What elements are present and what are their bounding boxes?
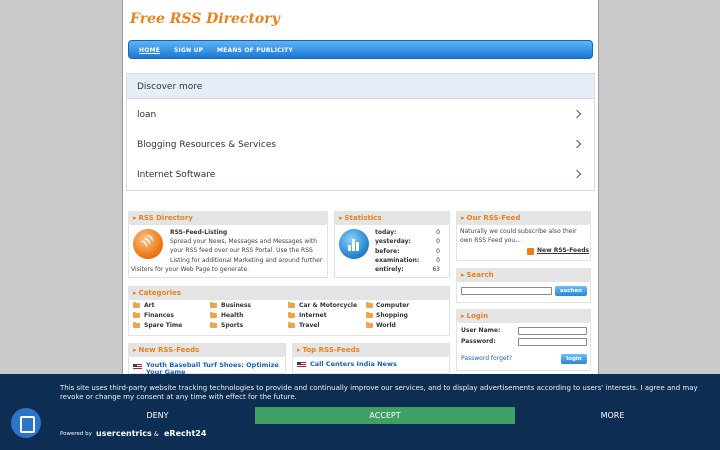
category-shopping[interactable]: Shopping xyxy=(376,312,408,319)
categories-title: Categories xyxy=(129,286,449,300)
stat-value: 0 xyxy=(436,229,440,236)
stat-label: yesterday: xyxy=(375,238,411,245)
category-travel[interactable]: Travel xyxy=(299,322,319,329)
search-title: Search xyxy=(457,268,590,282)
stat-label: examination: xyxy=(375,257,420,264)
stat-label: today: xyxy=(375,229,397,236)
category-sports[interactable]: Sports xyxy=(221,322,243,329)
rss-listing-line: Spread your News, Messages and Messages … xyxy=(170,238,318,245)
rss-feed-icon xyxy=(133,229,163,259)
statistics-chart-icon xyxy=(339,229,369,259)
stat-value: 0 xyxy=(436,248,440,255)
powered-by-label: Powered by xyxy=(60,431,92,437)
username-label: User Name: xyxy=(461,327,501,334)
us-flag-icon xyxy=(133,364,142,370)
folder-icon xyxy=(288,302,295,308)
usercentrics-logo[interactable]: usercentrics xyxy=(96,429,152,438)
accept-button[interactable]: ACCEPT xyxy=(255,407,515,424)
nav-means-of-publicity[interactable]: MEANS OF PUBLICITY xyxy=(217,47,293,54)
folder-icon xyxy=(133,322,140,328)
nav-sign-up[interactable]: SIGN UP xyxy=(174,47,203,54)
top-rss-feeds-title: Top RSS-Feeds xyxy=(293,343,449,357)
our-feed-text: own RSS Feed you... xyxy=(460,237,521,244)
folder-icon xyxy=(210,312,217,318)
chevron-right-icon[interactable] xyxy=(572,109,582,119)
login-title: Login xyxy=(457,309,590,323)
rss-listing-line: Visitors for your Web Page to generate. xyxy=(131,266,249,273)
new-rss-feeds-title: New RSS-Feeds xyxy=(129,343,285,357)
rss-listing-line: your RSS feed over our RSS Portal. Use t… xyxy=(170,247,313,254)
category-finances[interactable]: Finances xyxy=(144,312,174,319)
stat-value: 0 xyxy=(436,257,440,264)
discover-more-title: Discover more xyxy=(127,74,594,99)
category-business[interactable]: Business xyxy=(221,302,251,309)
discover-item-loan[interactable]: loan xyxy=(137,110,156,120)
rss-directory-title: RSS Directory xyxy=(129,211,327,225)
folder-icon xyxy=(288,312,295,318)
search-button[interactable]: suchen xyxy=(555,286,587,296)
deny-button[interactable]: DENY xyxy=(60,407,255,424)
search-input[interactable] xyxy=(461,287,552,295)
category-world[interactable]: World xyxy=(376,322,396,329)
ampersand: & xyxy=(154,431,159,438)
rss-listing-line: Listing for additional Marketing and aro… xyxy=(170,257,323,264)
new-rss-feeds-link[interactable]: New RSS-Feeds xyxy=(537,246,589,255)
top-feed-link[interactable]: Call Centers India News xyxy=(310,360,397,368)
our-feed-text: Naturally we could subscribe also their xyxy=(460,228,577,235)
consent-message: This site uses third-party website track… xyxy=(60,384,710,402)
folder-icon xyxy=(366,302,373,308)
nav-home[interactable]: HOME xyxy=(139,47,160,54)
folder-icon xyxy=(210,302,217,308)
privacy-settings-icon[interactable] xyxy=(11,408,41,438)
consent-message-line: revoke or change my consent at any time … xyxy=(60,393,297,401)
folder-icon xyxy=(366,322,373,328)
stat-label: entirely: xyxy=(375,266,404,273)
folder-icon xyxy=(133,302,140,308)
category-health[interactable]: Health xyxy=(221,312,243,319)
category-art[interactable]: Art xyxy=(144,302,154,309)
cookie-consent-banner: This site uses third-party website track… xyxy=(0,374,720,450)
stat-value: 0 xyxy=(436,238,440,245)
folder-icon xyxy=(288,322,295,328)
category-spare-time[interactable]: Spare Time xyxy=(144,322,182,329)
username-input[interactable] xyxy=(518,327,587,335)
rss-small-icon xyxy=(527,248,534,255)
password-label: Password: xyxy=(461,338,496,345)
folder-icon xyxy=(210,322,217,328)
folder-icon xyxy=(366,312,373,318)
us-flag-icon xyxy=(297,362,306,368)
erecht24-logo[interactable]: eRecht24 xyxy=(164,429,206,438)
stat-value: 63 xyxy=(432,266,440,273)
category-internet[interactable]: Internet xyxy=(299,312,327,319)
more-button[interactable]: MORE xyxy=(515,407,710,424)
forgot-password-link[interactable]: Password forget? xyxy=(461,354,512,363)
our-rss-feed-title: Our RSS-Feed xyxy=(457,211,590,225)
discover-item-internet-software[interactable]: Internet Software xyxy=(137,170,215,180)
category-car-motorcycle[interactable]: Car & Motorcycle xyxy=(299,302,357,309)
site-logo[interactable]: Free RSS Directory xyxy=(130,11,280,27)
consent-message-line: This site uses third-party website track… xyxy=(60,384,698,392)
rss-listing-heading: RSS-Feed-Listing xyxy=(170,229,228,236)
category-computer[interactable]: Computer xyxy=(376,302,409,309)
discover-more-panel: Discover more loan Blogging Resources & … xyxy=(126,73,595,191)
chevron-right-icon[interactable] xyxy=(572,169,582,179)
chevron-right-icon[interactable] xyxy=(572,139,582,149)
folder-icon xyxy=(133,312,140,318)
password-input[interactable] xyxy=(518,338,587,346)
main-navigation: HOME SIGN UP MEANS OF PUBLICITY xyxy=(128,40,593,59)
stat-label: before: xyxy=(375,248,400,255)
discover-item-blogging[interactable]: Blogging Resources & Services xyxy=(137,140,276,150)
login-button[interactable]: login xyxy=(561,354,587,364)
statistics-title: Statistics xyxy=(335,211,449,225)
